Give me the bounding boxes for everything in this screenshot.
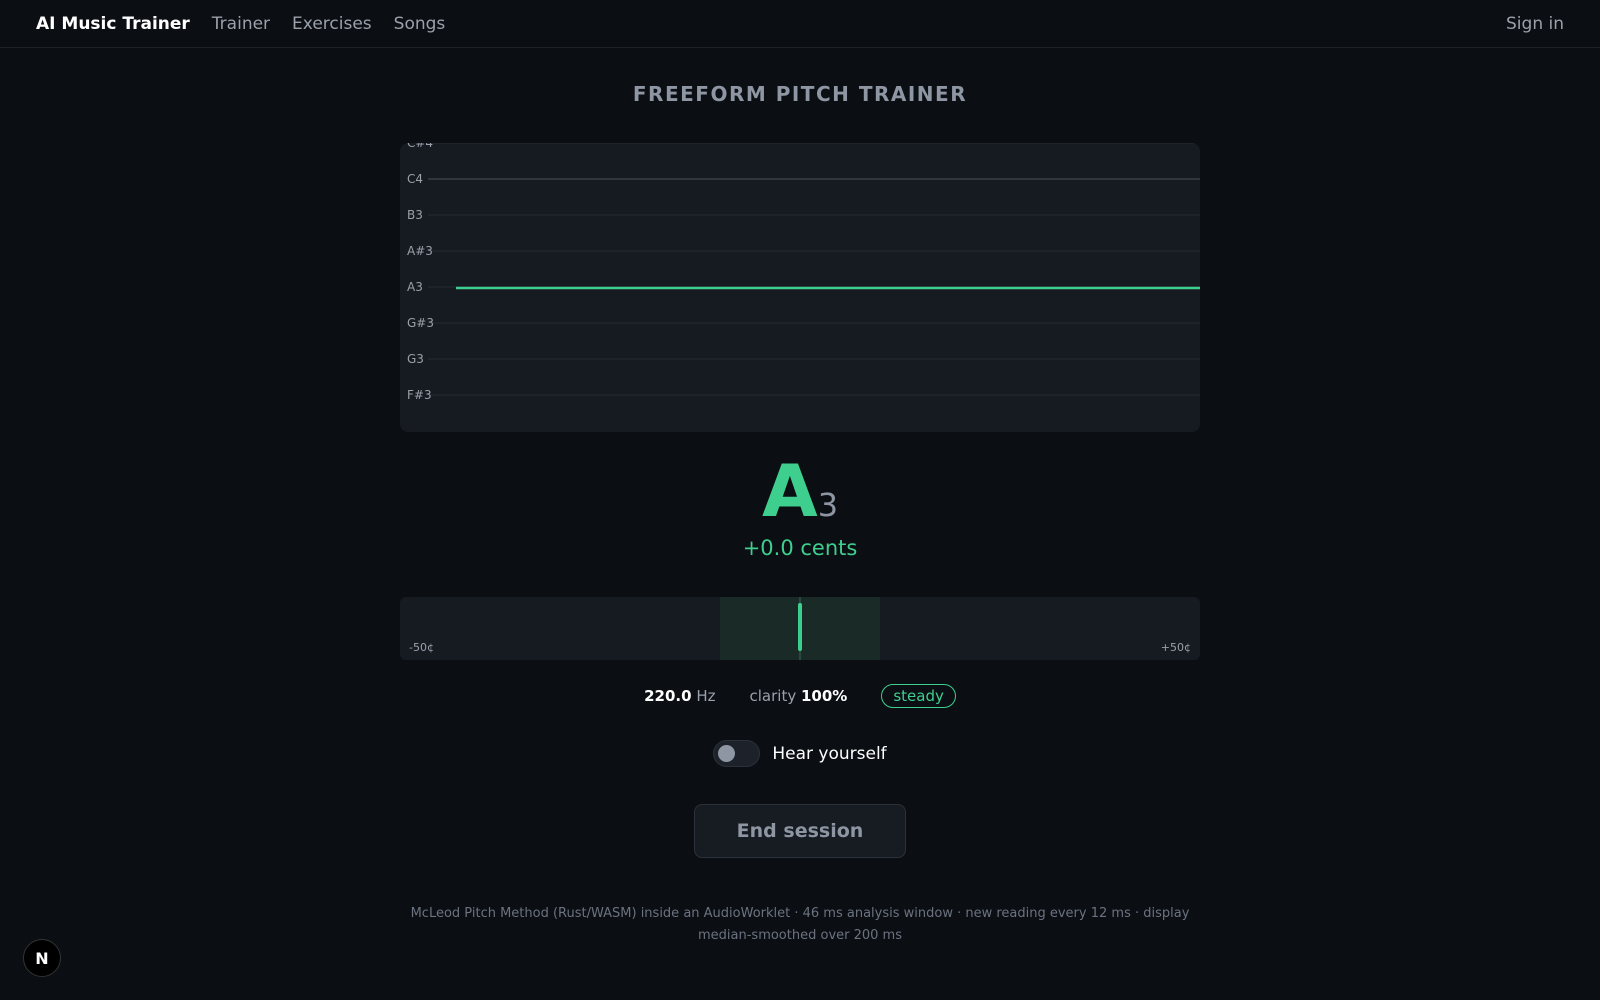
hear-yourself-label[interactable]: Hear yourself <box>772 744 886 764</box>
frequency-readout: 220.0 Hz <box>644 687 715 705</box>
dev-tools-badge[interactable]: N <box>23 939 61 977</box>
toggle-knob <box>718 745 736 762</box>
nav-songs[interactable]: Songs <box>394 14 446 34</box>
nav-trainer[interactable]: Trainer <box>212 14 270 34</box>
y-tick-label: A3 <box>407 280 423 294</box>
meter-needle <box>798 603 802 651</box>
page-title: FREEFORM PITCH TRAINER <box>632 82 968 106</box>
hear-yourself-toggle[interactable] <box>713 740 761 767</box>
meter-min-label: -50¢ <box>409 641 434 654</box>
sign-in-link[interactable]: Sign in <box>1506 14 1564 34</box>
y-tick-label: G3 <box>407 352 424 366</box>
clarity-value: 100% <box>801 687 848 705</box>
pitch-chart: C#4 C4 B3 A#3 A3 G#3 G3 F#3 <box>400 143 1200 432</box>
pitch-stats: 220.0 Hz clarity 100% steady <box>0 684 1600 708</box>
y-tick-label: B3 <box>407 208 423 222</box>
brand-logo[interactable]: AI Music Trainer <box>36 14 190 34</box>
end-session-button[interactable]: End session <box>694 804 906 858</box>
frequency-unit: Hz <box>696 687 716 705</box>
meter-max-label: +50¢ <box>1160 641 1191 654</box>
y-tick-label: F#3 <box>407 388 432 402</box>
cents-meter: -50¢ +50¢ <box>400 597 1200 660</box>
detected-note: A3 <box>0 455 1600 527</box>
y-tick-label: A#3 <box>407 244 433 258</box>
frequency-value: 220.0 <box>644 687 692 705</box>
cents-offset: +0.0 cents <box>742 536 858 560</box>
note-letter: A <box>761 449 818 533</box>
top-nav: AI Music Trainer Trainer Exercises Songs… <box>0 0 1600 48</box>
status-badge: steady <box>881 684 956 708</box>
y-tick-label: G#3 <box>407 316 434 330</box>
y-tick-label: C4 <box>407 172 423 186</box>
clarity-label: clarity <box>749 687 797 705</box>
note-octave: 3 <box>817 486 839 524</box>
pitch-chart-svg: C#4 C4 B3 A#3 A3 G#3 G3 F#3 <box>407 143 1200 402</box>
footnote: McLeod Pitch Method (Rust/WASM) inside a… <box>410 906 1190 943</box>
nav-exercises[interactable]: Exercises <box>292 14 372 34</box>
clarity-readout: clarity 100% <box>750 687 848 705</box>
hear-yourself-row: Hear yourself <box>0 740 1600 767</box>
y-tick-label: C#4 <box>407 143 433 150</box>
